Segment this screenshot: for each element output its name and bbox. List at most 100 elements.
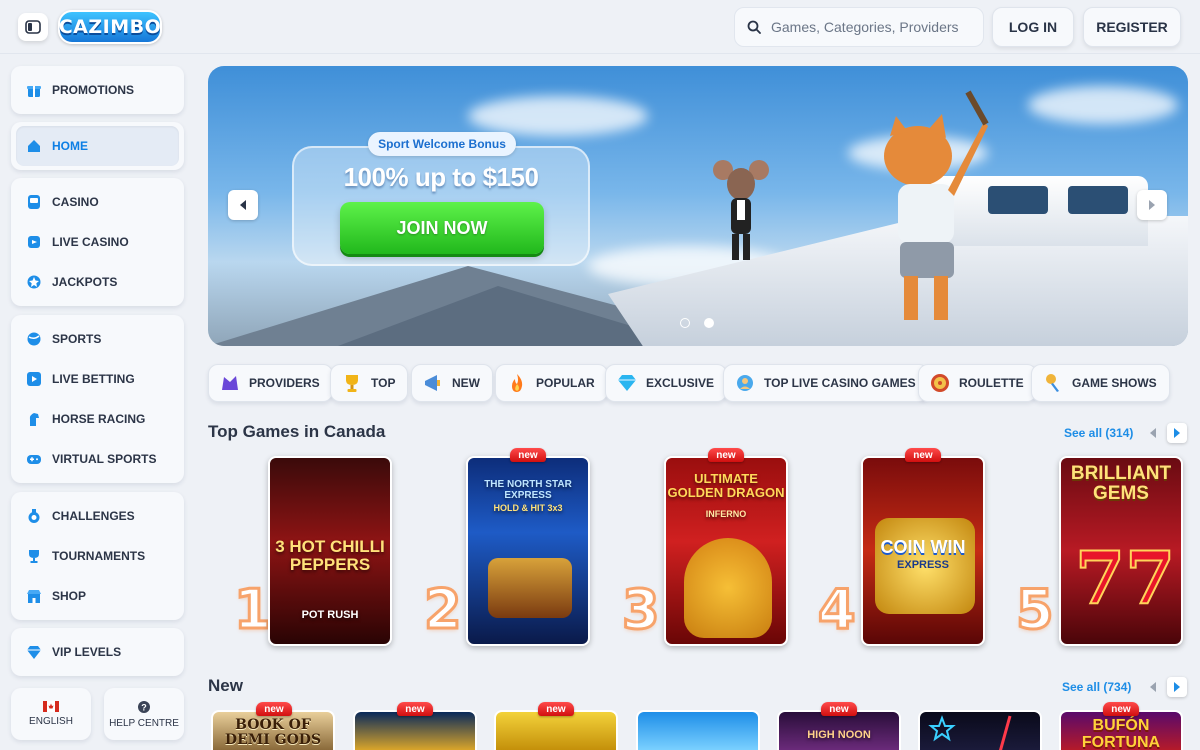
sidebar-item-live-betting[interactable]: LIVE BETTING — [16, 359, 179, 399]
sidebar-item-casino[interactable]: CASINO — [16, 182, 179, 222]
sidebar-item-vip-levels[interactable]: VIP LEVELS — [16, 632, 179, 672]
register-button[interactable]: REGISTER — [1083, 7, 1181, 47]
login-button[interactable]: LOG IN — [992, 7, 1074, 47]
game-card-neon-stars[interactable] — [918, 710, 1042, 750]
game-card-title: COIN WIN — [880, 537, 966, 557]
sidebar-group-challenges: CHALLENGES TOURNAMENTS SHOP — [11, 492, 184, 620]
sidebar-item-label: VIP LEVELS — [52, 645, 122, 659]
game-card-book-of-demi-gods[interactable]: BOOK OF DEMI GODS — [211, 710, 335, 750]
carousel-dot-active[interactable] — [704, 318, 714, 328]
help-icon: ? — [138, 700, 150, 713]
sidebar-group-promotions: PROMOTIONS — [11, 66, 184, 114]
help-centre-button[interactable]: ? HELP CENTRE — [104, 688, 184, 740]
game-card-blue[interactable] — [636, 710, 760, 750]
join-now-button[interactable]: JOIN NOW — [340, 202, 544, 254]
sidebar-item-horse-racing[interactable]: HORSE RACING — [16, 399, 179, 439]
trophy-icon — [26, 548, 42, 564]
category-new[interactable]: NEW — [411, 364, 493, 402]
ball-icon — [26, 331, 42, 347]
new-games-prev-button[interactable] — [1143, 677, 1163, 697]
home-icon — [26, 138, 42, 154]
category-exclusive[interactable]: EXCLUSIVE — [605, 364, 728, 402]
sidebar-item-label: JACKPOTS — [52, 275, 118, 289]
search-input[interactable] — [771, 19, 971, 35]
category-top-live-casino-games[interactable]: TOP LIVE CASINO GAMES — [723, 364, 929, 402]
sidebar-item-label: PROMOTIONS — [52, 83, 135, 97]
game-card-subtitle: INFERNO — [705, 509, 747, 519]
game-card-brilliant-gems[interactable]: BRILLIANT GEMS 77 — [1059, 456, 1183, 646]
chevron-left-icon — [1150, 428, 1156, 438]
new-badge: new — [510, 448, 546, 462]
sidebar-item-shop[interactable]: SHOP — [16, 576, 179, 616]
sidebar-item-jackpots[interactable]: JACKPOTS — [16, 262, 179, 302]
new-badge: new — [708, 448, 744, 462]
game-card-bufon-fortuna[interactable]: BUFÓN FORTUNA — [1059, 710, 1183, 750]
game-card-subtitle: HOLD & HIT 3x3 — [493, 503, 563, 513]
game-card-subtitle: EXPRESS — [897, 559, 949, 571]
category-label: ROULETTE — [959, 376, 1024, 390]
sidebar-item-tournaments[interactable]: TOURNAMENTS — [16, 536, 179, 576]
sidebar-item-label: VIRTUAL SPORTS — [52, 452, 157, 466]
category-label: TOP — [371, 376, 396, 390]
game-card-title: HIGH NOON — [807, 729, 871, 741]
megaphone-icon — [422, 372, 444, 394]
chevron-right-icon — [1174, 428, 1180, 438]
category-providers[interactable]: PROVIDERS — [208, 364, 333, 402]
game-card-ultimate-golden-dragon[interactable]: ULTIMATE GOLDEN DRAGON INFERNO — [664, 456, 788, 646]
chevron-left-icon — [240, 200, 246, 210]
category-label: POPULAR — [536, 376, 595, 390]
hero-next-button[interactable] — [1137, 190, 1167, 220]
brand-logo[interactable]: CAZIMBO — [58, 10, 162, 44]
diamond-icon — [26, 644, 42, 660]
game-card-high-noon[interactable]: HIGH NOON — [777, 710, 901, 750]
sidebar-item-challenges[interactable]: CHALLENGES — [16, 496, 179, 536]
category-game-shows[interactable]: GAME SHOWS — [1031, 364, 1170, 402]
sidebar-item-promotions[interactable]: PROMOTIONS — [16, 70, 179, 110]
hero-prev-button[interactable] — [228, 190, 258, 220]
category-label: TOP LIVE CASINO GAMES — [764, 376, 916, 390]
top-header: CAZIMBO LOG IN REGISTER — [0, 0, 1200, 54]
sidebar-toggle-icon — [25, 20, 41, 34]
game-card-north-star-express[interactable]: THE NORTH STAR EXPRESS HOLD & HIT 3x3 — [466, 456, 590, 646]
sevens-illustration: 77 — [1074, 534, 1176, 621]
star-icon — [928, 715, 1012, 750]
game-card-coin-win[interactable]: COIN WIN EXPRESS — [861, 456, 985, 646]
game-card-title: BOOK OF DEMI GODS — [224, 717, 322, 748]
new-games-next-button[interactable] — [1167, 677, 1187, 697]
rank-number: 3 — [621, 577, 662, 643]
category-roulette[interactable]: ROULETTE — [918, 364, 1037, 402]
cat-character-illustration — [884, 90, 989, 320]
category-top[interactable]: TOP — [330, 364, 409, 402]
sidebar-group-vip: VIP LEVELS — [11, 628, 184, 676]
jackpot-icon — [26, 274, 42, 290]
sidebar-item-sports[interactable]: SPORTS — [16, 319, 179, 359]
category-popular[interactable]: POPULAR — [495, 364, 608, 402]
sidebar-item-label: HORSE RACING — [52, 412, 146, 426]
sidebar-item-live-casino[interactable]: LIVE CASINO — [16, 222, 179, 262]
sidebar-item-home[interactable]: HOME — [16, 126, 179, 166]
language-button[interactable]: ENGLISH — [11, 688, 91, 740]
game-card-golden[interactable] — [494, 710, 618, 750]
see-all-new-link[interactable]: See all (734) — [1062, 680, 1131, 694]
rank-number: 4 — [817, 577, 858, 643]
see-all-top-games-link[interactable]: See all (314) — [1064, 426, 1133, 440]
horse-icon — [26, 411, 42, 427]
carousel-dot[interactable] — [680, 318, 690, 328]
sidebar-group-sports: SPORTS LIVE BETTING HORSE RACING VIRTUAL… — [11, 315, 184, 483]
new-badge: new — [538, 702, 574, 716]
sidebar-item-virtual-sports[interactable]: VIRTUAL SPORTS — [16, 439, 179, 479]
top-games-next-button[interactable] — [1167, 423, 1187, 443]
category-label: PROVIDERS — [249, 376, 320, 390]
search-box[interactable] — [734, 7, 984, 47]
section-title-new: New — [208, 676, 243, 695]
sidebar-toggle-button[interactable] — [18, 13, 48, 41]
category-label: EXCLUSIVE — [646, 376, 715, 390]
hero-banner[interactable]: Sport Welcome Bonus 100% up to $150 JOIN… — [208, 66, 1188, 346]
brand-logo-text: CAZIMBO — [58, 16, 162, 38]
sidebar-item-label: LIVE BETTING — [52, 372, 135, 386]
rank-number: 2 — [423, 577, 464, 643]
top-games-prev-button[interactable] — [1143, 423, 1163, 443]
game-card-3-hot-chilli-peppers[interactable]: 3 HOT CHILLI PEPPERS POT RUSH — [268, 456, 392, 646]
promo-title: 100% up to $150 — [343, 162, 539, 192]
game-card-pharaoh[interactable] — [353, 710, 477, 750]
